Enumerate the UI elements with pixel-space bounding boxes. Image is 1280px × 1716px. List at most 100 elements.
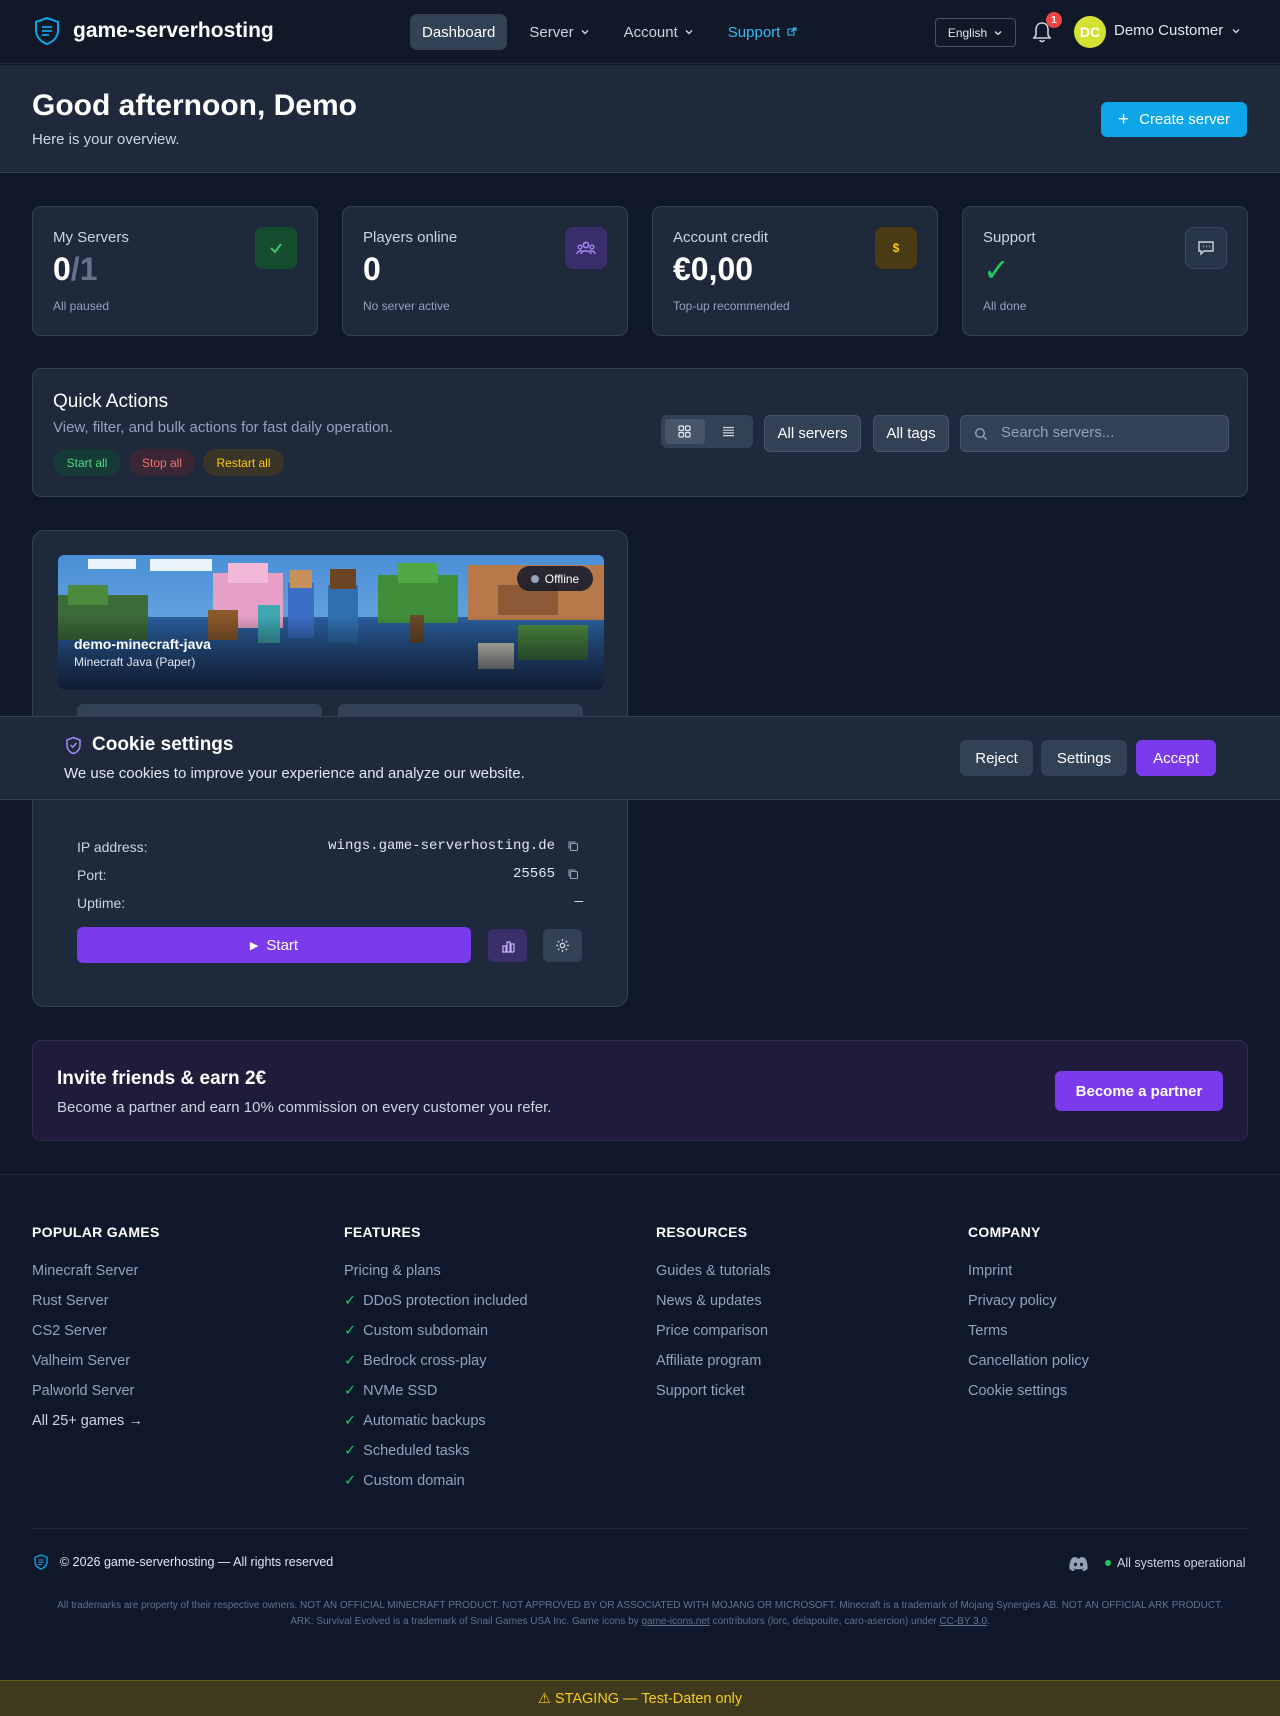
footer-link[interactable]: Terms xyxy=(968,1316,1089,1346)
accept-button[interactable]: Accept xyxy=(1136,740,1216,776)
filter-servers-select[interactable]: All servers xyxy=(764,415,861,452)
start-label: Start xyxy=(266,936,299,954)
feature-label: Automatic backups xyxy=(363,1413,486,1429)
disclaimer-line-2b: contributors (lorc, delapouite, caro-ase… xyxy=(712,1616,937,1627)
staging-banner: ⚠ STAGING — Test-Daten only xyxy=(0,1680,1280,1716)
copy-icon[interactable] xyxy=(567,840,579,852)
disclaimer-end: . xyxy=(987,1616,990,1627)
search-field xyxy=(960,415,1229,452)
feature-label: Scheduled tasks xyxy=(363,1443,470,1459)
feature-label: NVMe SSD xyxy=(363,1383,438,1399)
avatar[interactable]: DC xyxy=(1074,16,1106,48)
nav-server-label: Server xyxy=(529,23,574,41)
stop-all-button[interactable]: Stop all xyxy=(129,449,195,476)
footer-link[interactable]: CS2 Server xyxy=(32,1316,160,1346)
reject-button[interactable]: Reject xyxy=(960,740,1033,776)
disclaimer-line-1: All trademarks are property of their res… xyxy=(57,1600,1223,1611)
nav-support[interactable]: Support xyxy=(716,14,810,50)
create-server-button[interactable]: + Create server xyxy=(1101,102,1247,137)
nav-account[interactable]: Account xyxy=(612,14,706,50)
shield-logo-icon[interactable] xyxy=(34,16,60,46)
server-name[interactable]: demo-minecraft-java xyxy=(74,636,211,652)
create-server-label: Create server xyxy=(1139,111,1230,128)
start-server-button[interactable]: ▶ Start xyxy=(77,927,471,963)
stats-button[interactable] xyxy=(488,929,527,962)
stat-label: My Servers xyxy=(53,229,129,246)
chevron-down-icon xyxy=(685,30,693,35)
filter-tags-select[interactable]: All tags xyxy=(873,415,949,452)
footer-link[interactable]: Support ticket xyxy=(656,1376,770,1406)
view-toggle xyxy=(661,415,753,448)
footer-col-games: POPULAR GAMES Minecraft Server Rust Serv… xyxy=(32,1224,160,1436)
feature-item: ✓ Automatic backups xyxy=(344,1406,528,1436)
welcome-header: Good afternoon, Demo Here is your overvi… xyxy=(0,65,1280,173)
footer-link[interactable]: Palworld Server xyxy=(32,1376,160,1406)
nav-server[interactable]: Server xyxy=(517,14,601,50)
footer-link[interactable]: Privacy policy xyxy=(968,1286,1089,1316)
brand-name[interactable]: game-serverhosting xyxy=(73,19,274,43)
system-status-label: All systems operational xyxy=(1117,1556,1246,1570)
feature-label: Custom domain xyxy=(363,1473,465,1489)
start-all-button[interactable]: Start all xyxy=(53,449,121,476)
stat-value-total: /1 xyxy=(70,251,98,287)
uptime-row: Uptime: — xyxy=(77,893,583,913)
become-partner-button[interactable]: Become a partner xyxy=(1055,1071,1223,1111)
footer-link[interactable]: Cancellation policy xyxy=(968,1346,1089,1376)
cookie-banner: Cookie settings We use cookies to improv… xyxy=(0,716,1280,800)
footer-link[interactable]: News & updates xyxy=(656,1286,770,1316)
port-label: Port: xyxy=(77,867,107,883)
game-icons-link[interactable]: game-icons.net xyxy=(641,1616,709,1627)
footer-link[interactable]: Rust Server xyxy=(32,1286,160,1316)
footer-link[interactable]: Valheim Server xyxy=(32,1346,160,1376)
grid-view-button[interactable] xyxy=(665,419,705,444)
quick-actions-subtitle: View, filter, and bulk actions for fast … xyxy=(53,419,393,436)
system-status[interactable]: All systems operational xyxy=(1105,1556,1246,1570)
bar-chart-icon xyxy=(501,940,515,953)
stat-label: Account credit xyxy=(673,229,769,246)
footer-link[interactable]: Price comparison xyxy=(656,1316,770,1346)
play-icon: ▶ xyxy=(249,939,259,952)
search-input[interactable] xyxy=(1001,424,1221,441)
stat-value-count: 0 xyxy=(53,251,71,287)
feature-item: ✓ Bedrock cross-play xyxy=(344,1346,528,1376)
ip-row: IP address: wings.game-serverhosting.de xyxy=(77,837,583,857)
cookie-settings-button[interactable]: Settings xyxy=(1041,740,1127,776)
stat-value: ✓ xyxy=(983,252,1010,288)
copy-icon[interactable] xyxy=(567,868,579,880)
feature-item: ✓ NVMe SSD xyxy=(344,1376,528,1406)
port-row: Port: 25565 xyxy=(77,865,583,885)
cookie-text: We use cookies to improve your experienc… xyxy=(64,765,525,782)
footer-link[interactable]: Pricing & plans xyxy=(344,1256,528,1286)
discord-icon[interactable] xyxy=(1068,1556,1089,1572)
feature-label: Bedrock cross-play xyxy=(363,1353,487,1369)
check-icon: ✓ xyxy=(344,1293,357,1309)
stat-label: Players online xyxy=(363,229,458,246)
footer-link-all-games[interactable]: All 25+ games → xyxy=(32,1406,160,1436)
status-dot-icon xyxy=(1105,1560,1111,1566)
list-view-button[interactable] xyxy=(709,419,749,444)
footer-link[interactable]: Affiliate program xyxy=(656,1346,770,1376)
gear-icon xyxy=(556,939,569,952)
feature-item: ✓ Custom subdomain xyxy=(344,1316,528,1346)
search-icon xyxy=(974,427,987,440)
chat-icon xyxy=(1185,227,1227,269)
status-dot-icon xyxy=(530,574,539,583)
language-select[interactable]: English xyxy=(935,18,1016,47)
restart-all-button[interactable]: Restart all xyxy=(203,449,284,476)
footer-link[interactable]: Imprint xyxy=(968,1256,1089,1286)
nav-dashboard[interactable]: Dashboard xyxy=(410,14,508,50)
footer-heading: POPULAR GAMES xyxy=(32,1224,160,1240)
footer-link[interactable]: Cookie settings xyxy=(968,1376,1089,1406)
settings-button[interactable] xyxy=(543,929,582,962)
stat-card-servers: My Servers 0/1 All paused xyxy=(32,206,318,336)
stat-card-support: Support ✓ All done xyxy=(962,206,1248,336)
grid-icon xyxy=(678,425,691,438)
feature-item: ✓ Scheduled tasks xyxy=(344,1436,528,1466)
user-menu[interactable]: Demo Customer xyxy=(1114,22,1241,39)
stat-card-credit: Account credit €0,00 Top-up recommended … xyxy=(652,206,938,336)
footer-link[interactable]: Guides & tutorials xyxy=(656,1256,770,1286)
footer-heading: RESOURCES xyxy=(656,1224,748,1240)
cc-by-link[interactable]: CC-BY 3.0 xyxy=(939,1616,987,1627)
footer-link[interactable]: Minecraft Server xyxy=(32,1256,160,1286)
footer-bottom-divider xyxy=(32,1528,1248,1529)
